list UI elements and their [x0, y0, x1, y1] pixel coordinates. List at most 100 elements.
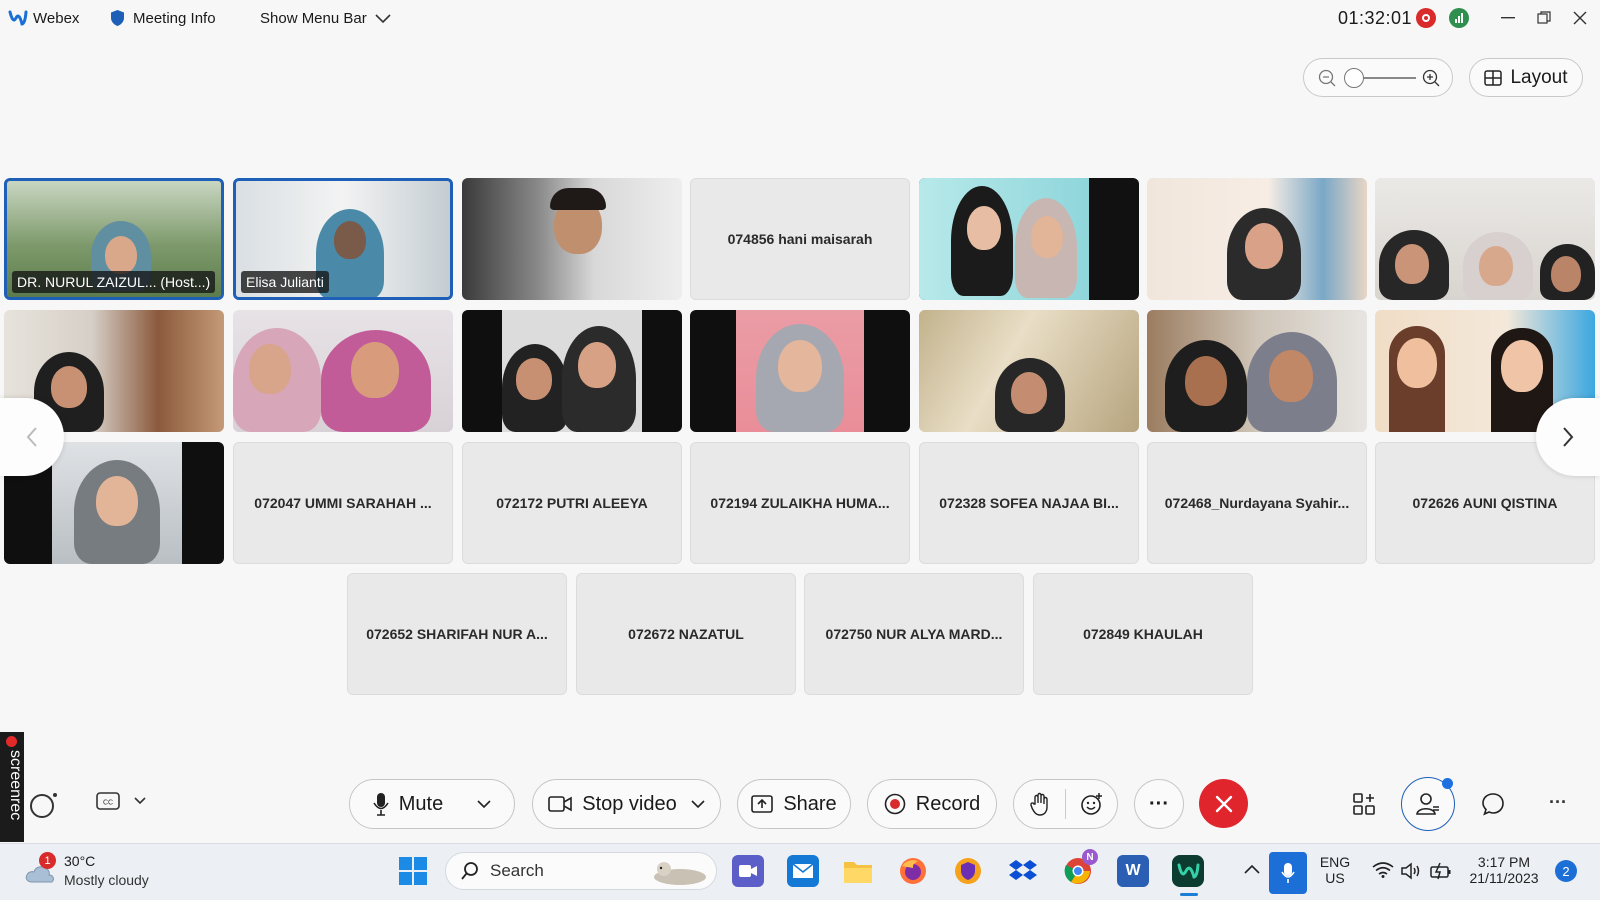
participant-name-tag: DR. NURUL ZAIZUL... (Host...) [12, 271, 216, 293]
reactions-group [1013, 779, 1118, 829]
stop-video-label: Stop video [582, 792, 677, 815]
video-zoom-slider[interactable] [1303, 58, 1453, 97]
weather-temperature[interactable]: 30°C [64, 853, 95, 869]
record-label: Record [915, 792, 981, 815]
participant-video-tile[interactable] [690, 310, 910, 432]
participant-name-tile[interactable]: 072328 SOFEA NAJAA BI... [919, 442, 1139, 564]
share-screen-icon [751, 795, 774, 813]
zoom-out-icon[interactable] [1318, 69, 1336, 87]
end-meeting-button[interactable] [1199, 779, 1248, 828]
more-panels-icon[interactable]: ··· [1549, 792, 1567, 813]
show-menu-bar-label: Show Menu Bar [260, 10, 367, 27]
firefox-icon[interactable] [897, 855, 929, 887]
network-stats-icon[interactable] [1449, 8, 1469, 28]
participant-name: 072194 ZULAIKHA HUMA... [710, 495, 890, 511]
notification-dot [1442, 778, 1453, 789]
chevron-down-icon[interactable] [477, 800, 491, 808]
participant-name-tile[interactable]: 072849 KHAULAH [1033, 573, 1253, 695]
teams-meet-icon[interactable] [732, 855, 764, 887]
raise-hand-icon[interactable] [1014, 792, 1065, 816]
participant-video-tile[interactable]: DR. NURUL ZAIZUL... (Host...) [4, 178, 224, 300]
participant-name-tile[interactable]: 072750 NUR ALYA MARD... [804, 573, 1024, 695]
participants-button[interactable] [1401, 777, 1455, 831]
share-label: Share [783, 792, 837, 815]
clock[interactable]: 3:17 PM 21/11/2023 [1464, 854, 1544, 886]
region-code: US [1325, 870, 1345, 886]
clock-time: 3:17 PM [1477, 854, 1531, 870]
chrome-icon[interactable]: N [1062, 849, 1098, 887]
active-app-indicator [1180, 893, 1198, 896]
layout-button[interactable]: Layout [1469, 58, 1583, 97]
language-indicator[interactable]: ENG US [1318, 854, 1352, 886]
participant-video-tile[interactable] [919, 178, 1139, 300]
webex-taskbar-icon[interactable] [1172, 855, 1204, 887]
microphone-icon [373, 793, 389, 816]
battery-charging-icon[interactable] [1430, 862, 1452, 880]
file-explorer-icon[interactable] [842, 855, 874, 887]
record-button[interactable]: Record [867, 779, 997, 829]
show-menu-bar-button[interactable]: Show Menu Bar [260, 10, 391, 27]
layout-label: Layout [1510, 66, 1568, 88]
mute-button[interactable]: Mute [349, 779, 515, 829]
wifi-icon[interactable] [1372, 862, 1394, 878]
shield-icon[interactable] [110, 9, 125, 27]
video-camera-icon [548, 796, 573, 812]
weather-description[interactable]: Mostly cloudy [64, 872, 149, 888]
close-icon [1215, 795, 1232, 812]
search-placeholder: Search [490, 861, 544, 880]
activity-ring-icon[interactable] [29, 790, 59, 820]
volume-icon[interactable] [1401, 862, 1423, 880]
participant-video-tile[interactable] [1147, 310, 1367, 432]
clock-date: 21/11/2023 [1469, 870, 1539, 886]
participant-video-tile[interactable] [462, 178, 682, 300]
share-button[interactable]: Share [737, 779, 851, 829]
language-code: ENG [1319, 854, 1351, 870]
participant-video-tile[interactable]: Elisa Julianti [233, 178, 453, 300]
more-options-button[interactable]: ··· [1134, 779, 1184, 829]
participant-name: 072328 SOFEA NAJAA BI... [939, 495, 1119, 511]
participant-name-tile[interactable]: 072194 ZULAIKHA HUMA... [690, 442, 910, 564]
chevron-down-icon [375, 13, 391, 23]
more-options-label: ··· [1149, 792, 1169, 815]
chevron-up-icon[interactable] [1244, 864, 1260, 874]
participant-video-tile[interactable] [1147, 178, 1367, 300]
participant-name-tile[interactable]: 072672 NAZATUL [576, 573, 796, 695]
participant-name: 072468_Nurdayana Syahir... [1164, 495, 1350, 511]
app-name[interactable]: Webex [33, 10, 79, 27]
participant-video-tile[interactable] [233, 310, 453, 432]
participant-name-tile[interactable]: 072468_Nurdayana Syahir... [1147, 442, 1367, 564]
participant-video-tile[interactable] [919, 310, 1139, 432]
minimize-icon[interactable] [1494, 6, 1522, 30]
restore-icon[interactable] [1530, 6, 1558, 30]
screenrec-tab[interactable]: screenrec [0, 732, 24, 842]
participant-name: 072652 SHARIFAH NUR A... [366, 626, 548, 642]
stop-video-button[interactable]: Stop video [532, 779, 721, 829]
apps-icon[interactable] [1352, 792, 1376, 816]
zoom-in-icon[interactable] [1422, 69, 1440, 87]
recording-indicator-icon[interactable] [1416, 8, 1436, 28]
participant-name: 072672 NAZATUL [628, 626, 744, 642]
mail-icon[interactable] [787, 855, 819, 887]
vpn-shield-icon[interactable] [952, 855, 984, 887]
captions-button[interactable]: CC [96, 792, 146, 810]
participant-video-tile[interactable] [462, 310, 682, 432]
participant-name-tile[interactable]: 074856 hani maisarah [690, 178, 910, 300]
emoji-reaction-icon[interactable] [1066, 792, 1117, 816]
participant-video-tile[interactable] [1375, 178, 1595, 300]
close-icon[interactable] [1566, 6, 1594, 30]
participant-name-tile[interactable]: 072172 PUTRI ALEEYA [462, 442, 682, 564]
chat-icon[interactable] [1481, 792, 1505, 816]
word-icon[interactable]: W [1117, 855, 1149, 887]
zoom-handle[interactable] [1344, 68, 1364, 88]
voice-typing-button[interactable] [1269, 852, 1307, 894]
meeting-info-link[interactable]: Meeting Info [133, 10, 216, 27]
notification-center-badge[interactable]: 2 [1555, 860, 1577, 882]
chevron-down-icon[interactable] [691, 800, 705, 808]
taskbar-search-box[interactable]: Search [445, 852, 717, 890]
dropbox-icon[interactable] [1007, 855, 1039, 887]
participant-name-tile[interactable]: 072047 UMMI SARAHAH ... [233, 442, 453, 564]
participant-name-tile[interactable]: 072652 SHARIFAH NUR A... [347, 573, 567, 695]
chevron-down-icon [134, 797, 146, 805]
word-letter: W [1125, 862, 1141, 879]
windows-start-icon[interactable] [398, 856, 428, 886]
